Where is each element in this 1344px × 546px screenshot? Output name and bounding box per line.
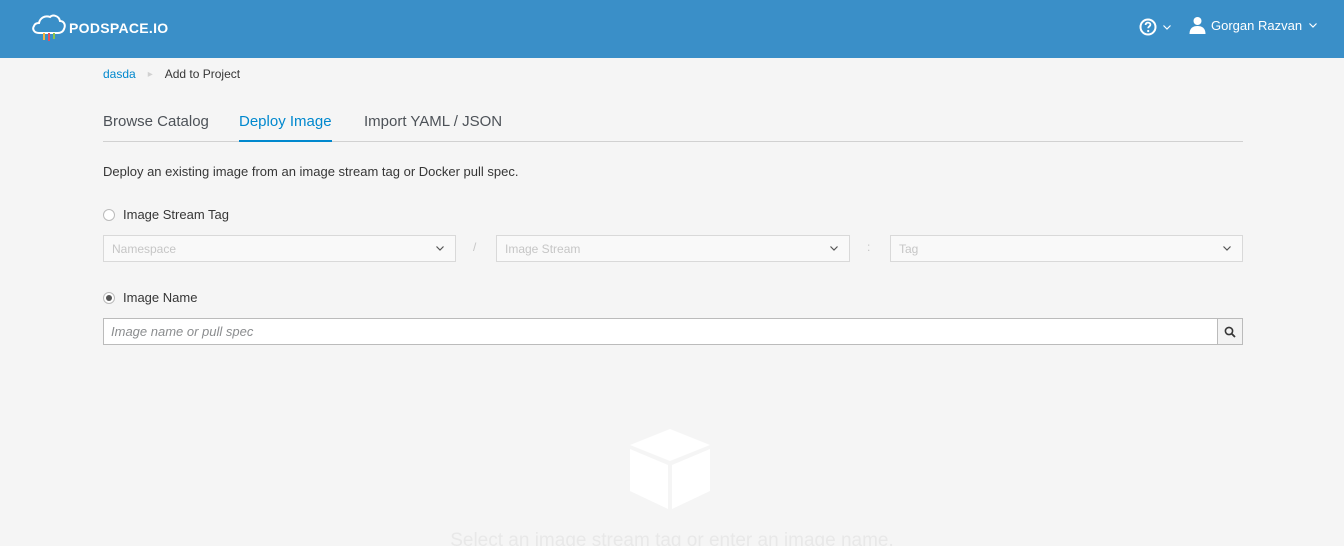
tag-select[interactable]: Tag — [890, 235, 1243, 262]
chevron-down-icon — [1223, 246, 1231, 251]
user-menu[interactable]: Gorgan Razvan — [1189, 16, 1318, 34]
namespace-select-placeholder: Namespace — [112, 242, 177, 256]
logo-text: PODSPACE.IO — [69, 20, 169, 36]
chevron-down-icon — [1309, 23, 1317, 28]
tab-bar: Browse Catalog Deploy Image Import YAML … — [103, 105, 1243, 142]
empty-state-message: Select an image stream tag or enter an i… — [450, 530, 894, 546]
help-circle-icon — [1139, 18, 1157, 36]
cloud-logo-icon — [32, 14, 66, 41]
breadcrumb: dasda ▸ Add to Project — [103, 67, 240, 81]
cube-icon — [630, 429, 710, 509]
tag-select-placeholder: Tag — [899, 242, 919, 256]
image-name-search — [103, 318, 1243, 345]
breadcrumb-separator-icon: ▸ — [147, 68, 153, 80]
search-button[interactable] — [1217, 318, 1243, 345]
search-icon — [1224, 326, 1236, 338]
namespace-select[interactable]: Namespace — [103, 235, 456, 262]
breadcrumb-project-link[interactable]: dasda — [103, 67, 136, 81]
user-name: Gorgan Razvan — [1211, 17, 1303, 33]
tab-browse-catalog[interactable]: Browse Catalog — [103, 113, 209, 142]
breadcrumb-current: Add to Project — [164, 67, 241, 81]
image-name-option[interactable]: Image Name — [103, 290, 197, 305]
image-stream-select-placeholder: Image Stream — [505, 242, 581, 256]
tab-import-yaml-json[interactable]: Import YAML / JSON — [364, 113, 502, 142]
separator-slash: / — [473, 240, 477, 254]
logo[interactable]: PODSPACE.IO — [31, 13, 169, 43]
user-icon — [1189, 17, 1206, 34]
top-navbar: PODSPACE.IO Gorgan Razvan — [0, 0, 1344, 58]
help-menu[interactable] — [1139, 18, 1172, 36]
chevron-down-icon — [830, 246, 838, 251]
image-stream-select[interactable]: Image Stream — [496, 235, 850, 262]
separator-colon: : — [867, 240, 871, 254]
image-name-input[interactable] — [103, 318, 1217, 345]
chevron-down-icon — [1163, 25, 1171, 30]
chevron-down-icon — [436, 246, 444, 251]
page-description: Deploy an existing image from an image s… — [103, 164, 519, 179]
image-name-label: Image Name — [123, 290, 198, 305]
image-stream-tag-label: Image Stream Tag — [123, 207, 229, 222]
image-stream-tag-option[interactable]: Image Stream Tag — [103, 207, 229, 222]
image-name-radio[interactable] — [103, 291, 115, 304]
image-stream-tag-radio[interactable] — [103, 208, 115, 221]
tab-deploy-image[interactable]: Deploy Image — [239, 113, 332, 142]
